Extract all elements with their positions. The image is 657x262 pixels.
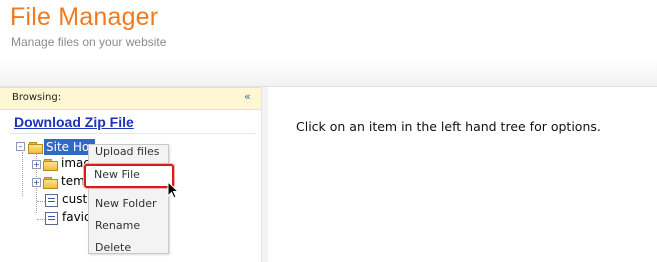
mouse-pointer-icon	[167, 181, 180, 199]
browsing-label: Browsing:	[12, 92, 62, 103]
file-icon	[45, 194, 58, 207]
menu-item-label: New File	[94, 168, 140, 181]
expand-toggle-icon[interactable]: +	[32, 160, 41, 169]
tree-line	[37, 219, 45, 220]
expand-toggle-icon[interactable]: +	[32, 178, 41, 187]
menu-item-new-file[interactable]: New File	[84, 164, 174, 188]
tree-node-file[interactable]: cust	[62, 192, 87, 206]
page-title: File Manager	[10, 3, 159, 31]
double-chevron-left-icon[interactable]: «	[244, 90, 251, 103]
panel-splitter[interactable]	[261, 87, 268, 262]
divider	[10, 133, 255, 134]
folder-icon	[43, 159, 58, 171]
collapse-toggle-icon[interactable]: –	[16, 142, 25, 151]
tree-line	[37, 201, 45, 202]
menu-item-rename[interactable]: Rename	[95, 219, 140, 232]
tree-node-templates[interactable]: tem	[61, 174, 85, 188]
download-zip-link[interactable]: Download Zip File	[14, 114, 134, 130]
page-subtitle: Manage files on your website	[11, 35, 167, 49]
context-menu: Upload files New Folder Rename Delete	[88, 144, 169, 254]
folder-icon	[43, 177, 58, 189]
main-instruction-text: Click on an item in the left hand tree f…	[296, 119, 601, 134]
browsing-bar: Browsing: «	[0, 87, 261, 110]
page-header: File Manager Manage files on your websit…	[0, 0, 657, 58]
file-icon	[45, 212, 58, 225]
folder-open-icon	[28, 142, 43, 154]
tree-line	[22, 152, 23, 196]
menu-item-delete[interactable]: Delete	[95, 241, 131, 254]
menu-item-new-folder[interactable]: New Folder	[95, 197, 156, 210]
menu-item-upload-files[interactable]: Upload files	[95, 145, 160, 158]
tree-node-file[interactable]: favic	[62, 210, 91, 224]
header-band	[0, 58, 657, 87]
